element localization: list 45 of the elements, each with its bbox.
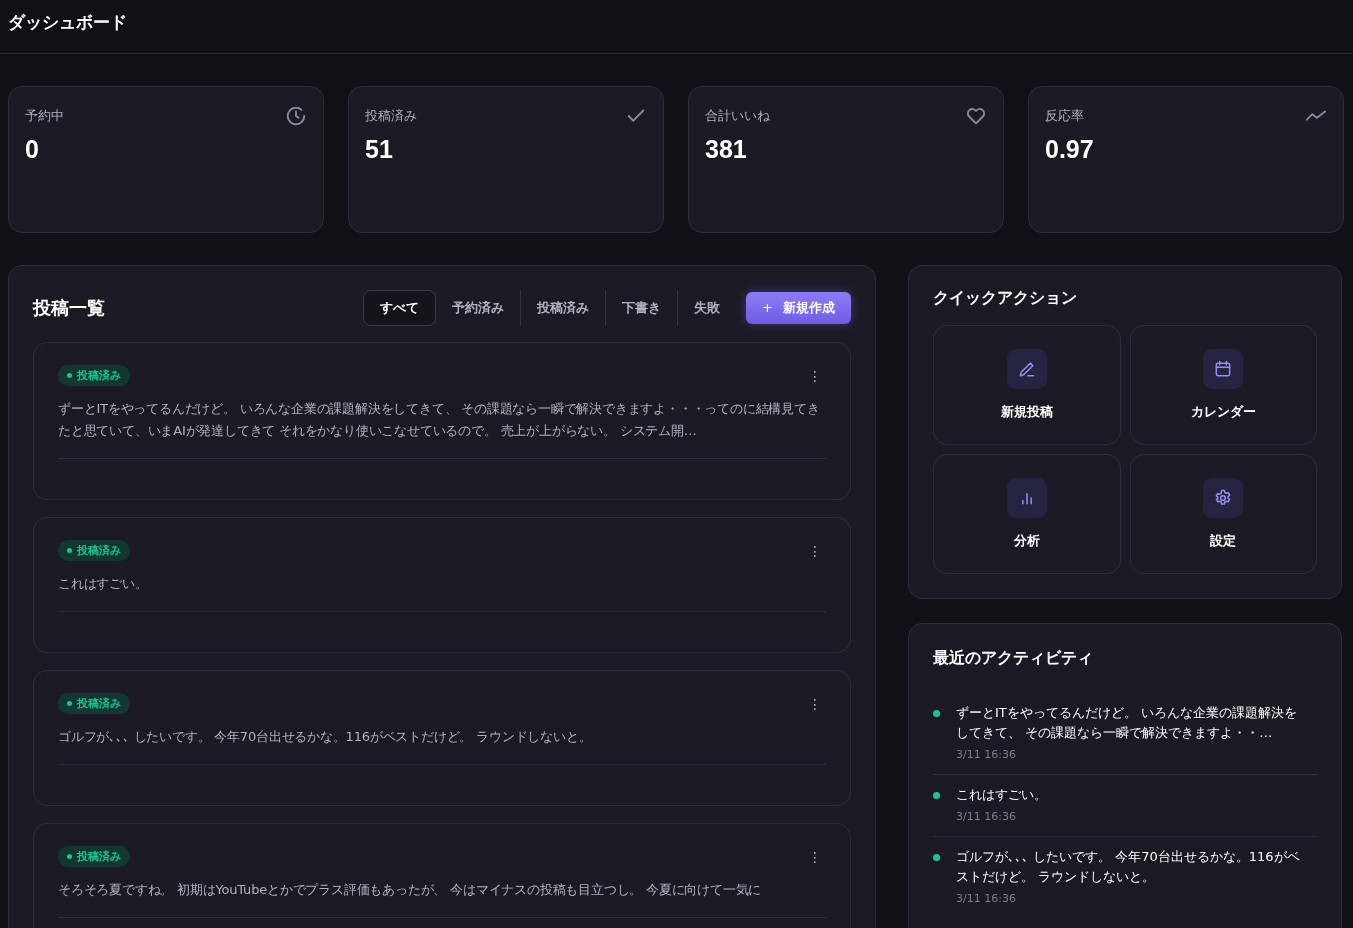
- clock-icon: [285, 105, 307, 127]
- status-badge: 投稿済み: [58, 693, 130, 714]
- status-badge: 投稿済み: [58, 365, 130, 386]
- filter-tab[interactable]: 投稿済み: [520, 290, 606, 326]
- activity-time: 3/11 16:36: [956, 748, 1016, 761]
- quick-action-button[interactable]: 新規投稿: [933, 325, 1121, 445]
- panel-title: 最近のアクティビティ: [933, 648, 1094, 669]
- stat-value: 0: [25, 135, 40, 164]
- panel-title: 投稿一覧: [33, 296, 106, 320]
- more-menu-button[interactable]: ⋮: [804, 542, 826, 559]
- more-menu-button[interactable]: ⋮: [804, 695, 826, 712]
- status-badge: 投稿済み: [58, 846, 130, 867]
- panel-title: クイックアクション: [933, 288, 1078, 309]
- activity-text: これはすごい。: [956, 786, 1048, 804]
- stat-value: 51: [365, 135, 394, 164]
- filter-tab[interactable]: 失敗: [677, 290, 737, 326]
- stat-value: 0.97: [1045, 135, 1095, 164]
- post-text: ゴルフが､､､ したいです。 今年70台出せるかな。116がベストだけど。 ラウンドしないと。: [58, 728, 593, 746]
- filter-tab[interactable]: 予約済み: [436, 290, 521, 326]
- post-text: これはすごい。: [58, 575, 149, 593]
- activity-text: ゴルフが､､､ したいです。 今年70台出せるかな。116がベストだけど。 ラウンドしないと。: [956, 848, 1301, 886]
- activity-time: 3/11 16:36: [956, 810, 1016, 823]
- status-dot: [933, 854, 940, 861]
- stat-label: 合計いいね: [705, 107, 770, 125]
- stat-label: 予約中: [25, 107, 64, 125]
- quick-action-button[interactable]: カレンダー: [1129, 325, 1317, 445]
- more-menu-button[interactable]: ⋮: [804, 367, 826, 384]
- new-post-button[interactable]: + 新規作成: [746, 292, 851, 324]
- status-badge: 投稿済み: [58, 540, 130, 561]
- stat-label: 反応率: [1045, 107, 1084, 125]
- post-text: そろそろ夏ですね。 初期はYouTubeとかでプラス評価もあったが、 今はマイナスの投稿も目立つし。 今夏に向けて一気に: [58, 881, 763, 899]
- status-dot: [933, 792, 940, 799]
- filter-tab[interactable]: 下書き: [605, 290, 678, 326]
- post-text: ずーとITをやってるんだけど。 いろんな企業の課題解決をしてきて、 その課題なら一瞬で解決できますよ・・・ってのに結構見てきたと思ていて、いまAIが発達してきて それをかなり使いこなせているので。 売上が上がらない。 システム開…: [58, 400, 821, 440]
- status-dot: [933, 710, 940, 717]
- stat-value: 381: [705, 135, 748, 164]
- filter-tab[interactable]: すべて: [363, 290, 437, 326]
- activity-time: 3/11 16:36: [956, 892, 1016, 905]
- activity-text: ずーとITをやってるんだけど。 いろんな企業の課題解決をしてきて、 その課題なら一瞬で解決できますよ・・…: [956, 704, 1298, 742]
- more-menu-button[interactable]: ⋮: [804, 848, 826, 865]
- page-title: ダッシュボード: [8, 11, 127, 34]
- quick-action-button[interactable]: 分析: [933, 454, 1121, 574]
- stat-label: 投稿済み: [365, 107, 417, 125]
- quick-action-button[interactable]: 設定: [1129, 454, 1317, 574]
- heart-icon: [965, 105, 987, 127]
